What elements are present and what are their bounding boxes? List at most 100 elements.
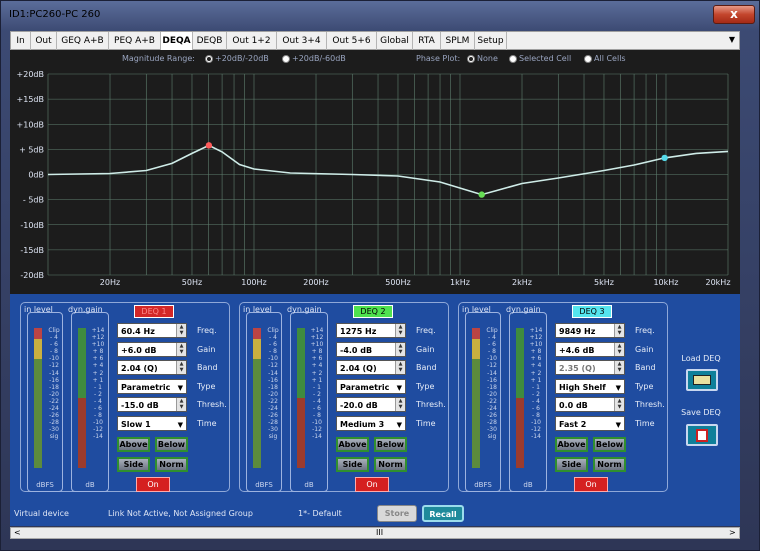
in-level-label: in level: [462, 305, 491, 314]
dropdown-arrow-icon[interactable]: ▼: [397, 418, 402, 433]
band-field[interactable]: 2.35 (Q) ▲ ▼: [555, 360, 625, 375]
type-label: Type: [635, 381, 654, 391]
recall-button[interactable]: Recall: [422, 505, 464, 522]
above-button[interactable]: Above: [117, 437, 150, 452]
tab-in[interactable]: In: [11, 32, 31, 50]
tab-out-5-6[interactable]: Out 5+6: [327, 32, 377, 50]
scale-label: - 4: [313, 397, 321, 405]
dropdown-arrow-icon[interactable]: ▼: [178, 381, 183, 396]
spinner-icon[interactable]: ▲ ▼: [614, 361, 624, 374]
spinner-icon[interactable]: ▲ ▼: [395, 342, 405, 356]
spinner-icon[interactable]: ▲ ▼: [176, 361, 186, 374]
tab-deqb[interactable]: DEQB: [193, 32, 227, 50]
below-button[interactable]: Below: [155, 437, 188, 452]
in-level-meter: in level Clip - 4- 6- 8 -10 -12 -14 -16 -18 -20-…: [24, 305, 63, 492]
above-button[interactable]: Above: [555, 437, 588, 452]
tab-out-1-2[interactable]: Out 1+2: [227, 32, 277, 50]
horizontal-scrollbar[interactable]: < III >: [10, 527, 740, 539]
tab-menu-icon[interactable]: ▼: [729, 35, 735, 44]
thresh-field[interactable]: 0.0 dB ▲ ▼: [555, 397, 625, 412]
spinner-icon[interactable]: ▲ ▼: [176, 342, 186, 356]
scale-label: -28: [487, 419, 497, 427]
scroll-left-icon[interactable]: <: [14, 528, 21, 537]
side-button[interactable]: Side: [117, 457, 150, 472]
gain-label: Gain: [197, 344, 216, 354]
tab-splm[interactable]: SPLM: [441, 32, 475, 50]
dropdown-arrow-icon[interactable]: ▼: [397, 381, 402, 396]
time-field[interactable]: Medium 3 ▼: [336, 415, 406, 433]
scale-label: -30: [268, 426, 278, 434]
close-button[interactable]: x: [713, 5, 755, 24]
on-button[interactable]: On: [355, 477, 389, 492]
thresh-value: -15.0 dB: [121, 401, 159, 410]
save-deq-button[interactable]: [686, 424, 718, 446]
norm-button[interactable]: Norm: [374, 457, 407, 472]
scroll-right-icon[interactable]: >: [729, 528, 736, 537]
tab-rta[interactable]: RTA: [413, 32, 441, 50]
freq-field[interactable]: 60.4 Hz ▲ ▼: [117, 323, 187, 338]
side-button[interactable]: Side: [555, 457, 588, 472]
above-button[interactable]: Above: [336, 437, 369, 452]
tab-global[interactable]: Global: [377, 32, 413, 50]
band-field[interactable]: 2.04 (Q) ▲ ▼: [117, 360, 187, 375]
spinner-icon[interactable]: ▲ ▼: [176, 324, 186, 337]
in-level-meter: in level Clip - 4- 6- 8 -10 -12 -14 -16 -18 -20-…: [462, 305, 501, 492]
tab-peq-a-b[interactable]: PEQ A+B: [109, 32, 161, 50]
scale-label: sig: [49, 433, 59, 441]
spinner-icon[interactable]: ▲ ▼: [395, 324, 405, 337]
norm-button[interactable]: Norm: [155, 457, 188, 472]
spinner-icon[interactable]: ▲ ▼: [395, 398, 405, 411]
dropdown-arrow-icon[interactable]: ▼: [616, 381, 621, 396]
type-field[interactable]: High Shelf ▼: [555, 378, 625, 396]
scale-label: - 6: [488, 341, 496, 349]
freq-field[interactable]: 1275 Hz ▲ ▼: [336, 323, 406, 338]
spinner-icon[interactable]: ▲ ▼: [614, 342, 624, 356]
on-button[interactable]: On: [136, 477, 170, 492]
scroll-thumb[interactable]: III: [376, 528, 383, 537]
gain-field[interactable]: +6.0 dB ▲ ▼: [117, 341, 187, 357]
scale-label: -24: [268, 405, 278, 413]
scale-label: +14: [310, 327, 324, 334]
spinner-icon[interactable]: ▲ ▼: [614, 398, 624, 411]
gain-field[interactable]: -4.0 dB ▲ ▼: [336, 341, 406, 357]
freq-field[interactable]: 9849 Hz ▲ ▼: [555, 323, 625, 338]
tab-out-3-4[interactable]: Out 3+4: [277, 32, 327, 50]
tab-setup[interactable]: Setup: [475, 32, 507, 50]
norm-button[interactable]: Norm: [593, 457, 626, 472]
y-tick-label: +10dB: [17, 120, 44, 129]
scale-label: - 2: [313, 390, 321, 398]
scale-label: - 2: [94, 390, 102, 398]
store-button[interactable]: Store: [377, 505, 417, 522]
tab-bar: ▼ In Out GEQ A+B PEQ A+B DEQA DEQB Out 1+2 Out …: [10, 31, 740, 50]
eq-plot[interactable]: +20dB +15dB +10dB + 5dB 0dB - 5dB -10dB -15dB -2…: [10, 50, 740, 294]
spinner-icon[interactable]: ▲ ▼: [395, 361, 405, 374]
type-field[interactable]: Parametric ▼: [117, 378, 187, 396]
spinner-icon[interactable]: ▲ ▼: [614, 324, 624, 337]
side-button[interactable]: Side: [336, 457, 369, 472]
gain-field[interactable]: +4.6 dB ▲ ▼: [555, 341, 625, 357]
thresh-field[interactable]: -20.0 dB ▲ ▼: [336, 397, 406, 412]
below-button[interactable]: Below: [593, 437, 626, 452]
tab-out[interactable]: Out: [31, 32, 57, 50]
thresh-value: 0.0 dB: [559, 401, 588, 410]
tab-geq-a-b[interactable]: GEQ A+B: [57, 32, 109, 50]
dropdown-arrow-icon[interactable]: ▼: [616, 418, 621, 433]
below-button[interactable]: Below: [374, 437, 407, 452]
scale-label: -20: [487, 390, 497, 398]
time-field[interactable]: Slow 1 ▼: [117, 415, 187, 433]
scale-label: + 6: [311, 355, 323, 363]
save-deq-label: Save DEQ: [681, 408, 721, 417]
x-tick-label: 20kHz: [705, 278, 730, 287]
spinner-icon[interactable]: ▲ ▼: [176, 398, 186, 411]
dropdown-arrow-icon[interactable]: ▼: [178, 418, 183, 433]
on-button[interactable]: On: [574, 477, 608, 492]
load-deq-button[interactable]: [686, 369, 718, 391]
type-field[interactable]: Parametric ▼: [336, 378, 406, 396]
scale-label: -30: [487, 426, 497, 434]
time-field[interactable]: Fast 2 ▼: [555, 415, 625, 433]
tab-deqa[interactable]: DEQA: [161, 32, 193, 50]
thresh-field[interactable]: -15.0 dB ▲ ▼: [117, 397, 187, 412]
dbfs-label: dBFS: [255, 481, 273, 489]
band-field[interactable]: 2.04 (Q) ▲ ▼: [336, 360, 406, 375]
x-tick-label: 2kHz: [512, 278, 532, 287]
